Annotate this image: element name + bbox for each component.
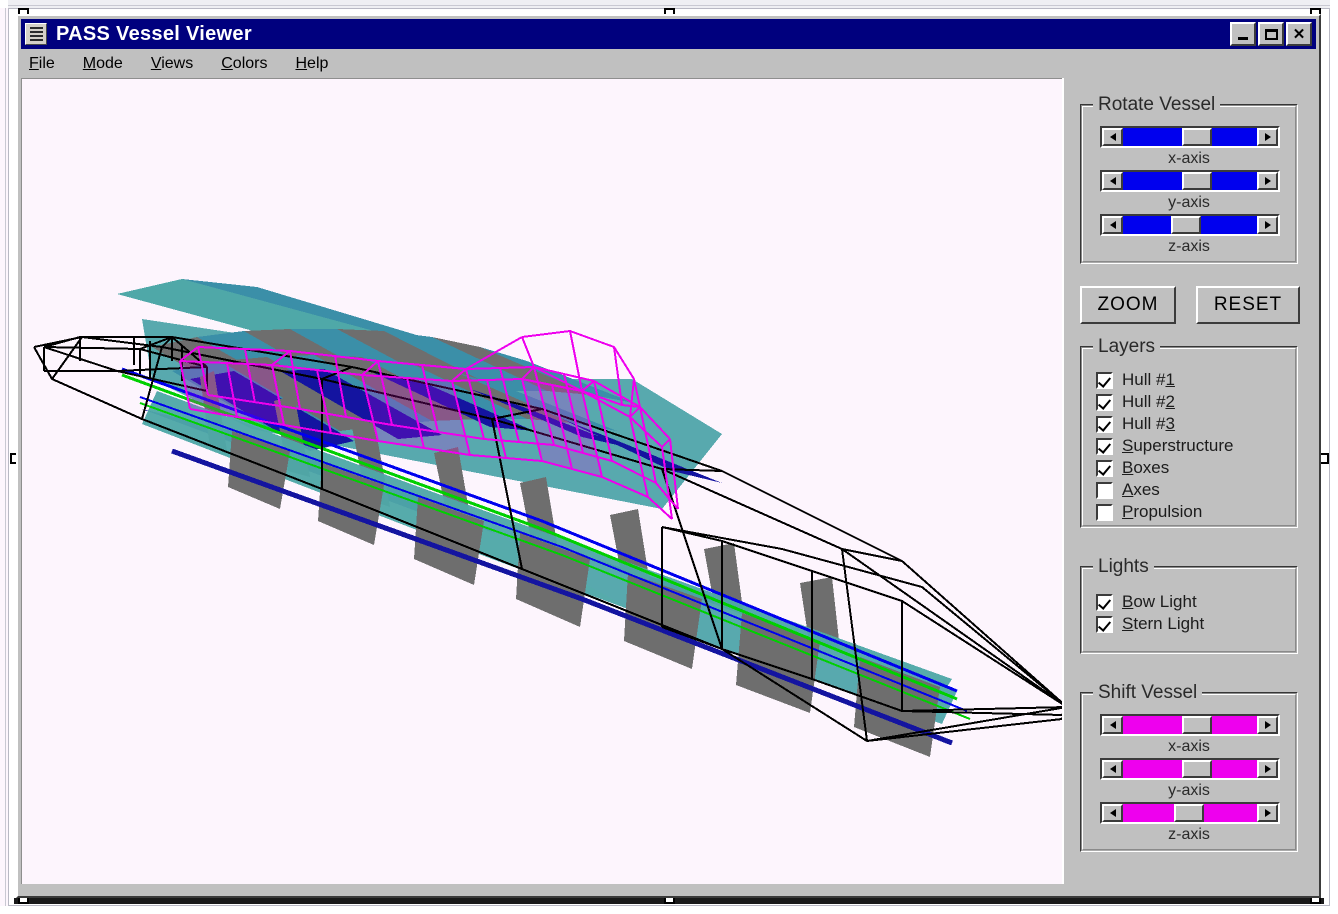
shift-x-right-arrow[interactable] xyxy=(1257,716,1278,734)
minimize-button[interactable] xyxy=(1230,22,1256,46)
rotate-vessel-title: Rotate Vessel xyxy=(1093,94,1221,116)
rotate-z-right-arrow[interactable] xyxy=(1257,216,1278,234)
layer-checkbox-hull-3[interactable] xyxy=(1096,415,1113,433)
zoom-button[interactable]: ZOOM xyxy=(1080,286,1176,324)
layer-row-axes[interactable]: Axes xyxy=(1096,480,1160,500)
shift-x-left-arrow[interactable] xyxy=(1102,716,1123,734)
minimize-icon xyxy=(1238,36,1248,40)
rotate-x-scrollbar[interactable] xyxy=(1100,126,1280,148)
maximize-icon xyxy=(1264,28,1278,40)
light-label-bow: Bow Light xyxy=(1122,592,1197,611)
shift-z-right-arrow[interactable] xyxy=(1257,804,1278,822)
shift-y-thumb[interactable] xyxy=(1181,760,1212,778)
window-controls: ✕ xyxy=(1230,22,1314,46)
rotate-x-track[interactable] xyxy=(1123,128,1257,146)
menu-item-help[interactable]: Help xyxy=(295,55,342,73)
application-window: PASS Vessel Viewer ✕ File Mode Views Col… xyxy=(16,14,1321,898)
layer-label-superstructure: Superstructure xyxy=(1122,436,1234,455)
shift-x-track[interactable] xyxy=(1123,716,1257,734)
rotate-x-left-arrow[interactable] xyxy=(1102,128,1123,146)
rotate-y-track[interactable] xyxy=(1123,172,1257,190)
layer-checkbox-hull-1[interactable] xyxy=(1096,371,1113,389)
layer-row-superstructure[interactable]: Superstructure xyxy=(1096,436,1234,456)
rotate-y-left-arrow[interactable] xyxy=(1102,172,1123,190)
layer-label-boxes: Boxes xyxy=(1122,458,1170,477)
rotate-z-scrollbar[interactable] xyxy=(1100,214,1280,236)
document-lines-icon[interactable] xyxy=(25,23,47,45)
light-row-stern[interactable]: Stern Light xyxy=(1096,614,1204,634)
close-button[interactable]: ✕ xyxy=(1286,22,1312,46)
selection-margin-top xyxy=(8,0,1330,8)
maximize-button[interactable] xyxy=(1258,22,1284,46)
control-panel: Rotate Vessel x-axis y-axis z-axis ZOOM … xyxy=(1062,78,1316,884)
shift-vessel-title: Shift Vessel xyxy=(1093,682,1203,704)
layer-row-boxes[interactable]: Boxes xyxy=(1096,458,1169,478)
shift-y-scrollbar[interactable] xyxy=(1100,758,1280,780)
title-bar: PASS Vessel Viewer ✕ xyxy=(21,19,1316,49)
menu-item-views[interactable]: Views xyxy=(151,55,207,73)
menu-item-colors[interactable]: Colors xyxy=(221,55,281,73)
rotate-x-thumb[interactable] xyxy=(1181,128,1212,146)
layer-label-axes: Axes xyxy=(1122,480,1160,499)
shift-z-label: z-axis xyxy=(1168,826,1210,843)
selection-margin-left xyxy=(0,8,8,906)
rotate-y-right-arrow[interactable] xyxy=(1257,172,1278,190)
light-checkbox-stern[interactable] xyxy=(1096,615,1113,633)
layer-checkbox-hull-2[interactable] xyxy=(1096,393,1113,411)
rotate-x-label: x-axis xyxy=(1168,150,1210,167)
light-row-bow[interactable]: Bow Light xyxy=(1096,592,1197,612)
shift-y-label: y-axis xyxy=(1168,782,1210,799)
menu-item-file[interactable]: File xyxy=(29,55,69,73)
layer-checkbox-propulsion[interactable] xyxy=(1096,503,1113,521)
shift-x-scrollbar[interactable] xyxy=(1100,714,1280,736)
lights-title: Lights xyxy=(1093,556,1154,578)
window-title: PASS Vessel Viewer xyxy=(56,22,252,45)
layer-checkbox-superstructure[interactable] xyxy=(1096,437,1113,455)
layer-label-hull-2: Hull #2 xyxy=(1122,392,1175,411)
shift-y-right-arrow[interactable] xyxy=(1257,760,1278,778)
shift-z-left-arrow[interactable] xyxy=(1102,804,1123,822)
shift-z-track[interactable] xyxy=(1123,804,1257,822)
rotate-z-thumb[interactable] xyxy=(1171,216,1202,234)
rotate-z-track[interactable] xyxy=(1123,216,1257,234)
reset-button[interactable]: RESET xyxy=(1196,286,1300,324)
selection-rule-left xyxy=(5,8,6,906)
shift-y-track[interactable] xyxy=(1123,760,1257,778)
close-icon: ✕ xyxy=(1292,25,1306,43)
menu-bar: File Mode Views Colors Help xyxy=(21,51,1316,77)
shift-x-thumb[interactable] xyxy=(1181,716,1212,734)
layers-title: Layers xyxy=(1093,336,1161,358)
rotate-y-thumb[interactable] xyxy=(1181,172,1212,190)
layer-checkbox-axes[interactable] xyxy=(1096,481,1113,499)
layer-row-hull-1[interactable]: Hull #1 xyxy=(1096,370,1175,390)
layer-checkbox-boxes[interactable] xyxy=(1096,459,1113,477)
shift-y-left-arrow[interactable] xyxy=(1102,760,1123,778)
light-label-stern: Stern Light xyxy=(1122,614,1205,633)
screenshot-root: PASS Vessel Viewer ✕ File Mode Views Col… xyxy=(0,0,1338,914)
rotate-y-scrollbar[interactable] xyxy=(1100,170,1280,192)
layers-group: Layers Hull #1 Hull #2 Hull #3 Superstru… xyxy=(1080,336,1298,528)
layer-label-hull-1: Hull #1 xyxy=(1122,370,1175,389)
window-body: Rotate Vessel x-axis y-axis z-axis ZOOM … xyxy=(21,78,1316,884)
shift-vessel-group: Shift Vessel x-axis y-axis z-axis xyxy=(1080,682,1298,852)
lights-group: Lights Bow Light Stern Light xyxy=(1080,556,1298,654)
selection-rule-top xyxy=(8,5,1330,6)
rotate-x-right-arrow[interactable] xyxy=(1257,128,1278,146)
layer-row-hull-2[interactable]: Hull #2 xyxy=(1096,392,1175,412)
layer-label-hull-3: Hull #3 xyxy=(1122,414,1175,433)
rotate-y-label: y-axis xyxy=(1168,194,1210,211)
vessel-3d-model xyxy=(22,79,1062,884)
menu-item-mode[interactable]: Mode xyxy=(83,55,137,73)
rotate-vessel-group: Rotate Vessel x-axis y-axis z-axis xyxy=(1080,94,1298,264)
shift-z-thumb[interactable] xyxy=(1173,804,1204,822)
layer-row-propulsion[interactable]: Propulsion xyxy=(1096,502,1202,522)
rotate-z-label: z-axis xyxy=(1168,238,1210,255)
shift-x-label: x-axis xyxy=(1168,738,1210,755)
vessel-3d-viewport[interactable] xyxy=(21,78,1062,884)
layer-row-hull-3[interactable]: Hull #3 xyxy=(1096,414,1175,434)
rotate-z-left-arrow[interactable] xyxy=(1102,216,1123,234)
shift-z-scrollbar[interactable] xyxy=(1100,802,1280,824)
layer-label-propulsion: Propulsion xyxy=(1122,502,1203,521)
light-checkbox-bow[interactable] xyxy=(1096,593,1113,611)
